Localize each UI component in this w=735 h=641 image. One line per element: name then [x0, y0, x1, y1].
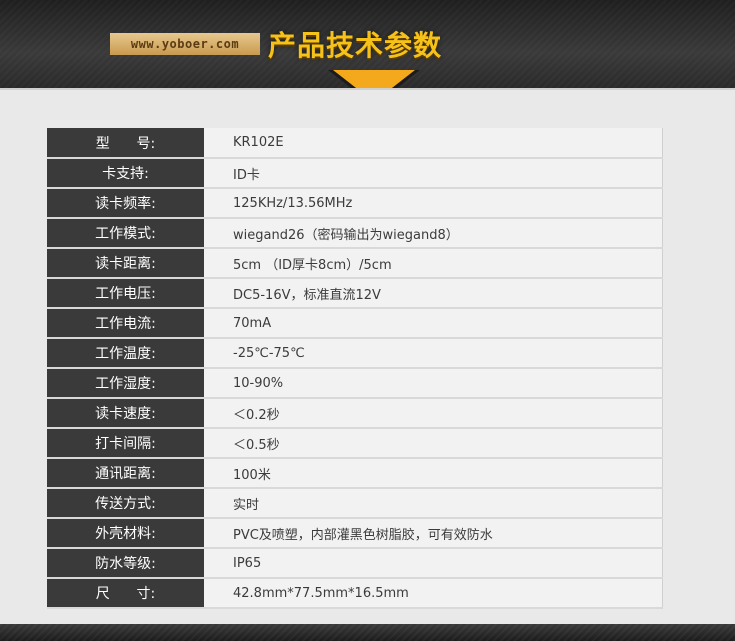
page-title: 产品技术参数: [268, 29, 443, 62]
table-row: 工作电流: 70mA: [47, 308, 663, 339]
table-row: 卡支持: ID卡: [47, 158, 663, 189]
spec-value: PVC及喷塑，内部灌黑色树脂胶，可有效防水: [204, 518, 663, 549]
spec-label: 工作电压:: [47, 278, 204, 309]
down-arrow-icon: [333, 70, 415, 88]
spec-value: ＜0.5秒: [204, 428, 663, 459]
table-row: 工作模式: wiegand26（密码输出为wiegand8）: [47, 218, 663, 249]
table-row: 打卡间隔: ＜0.5秒: [47, 428, 663, 459]
spec-value: DC5-16V，标准直流12V: [204, 278, 663, 309]
spec-label: 工作温度:: [47, 338, 204, 369]
spec-label: 工作电流:: [47, 308, 204, 339]
footer-bar: [0, 624, 735, 641]
spec-value: KR102E: [204, 128, 663, 159]
spec-label: 传送方式:: [47, 488, 204, 519]
spec-value: 10-90%: [204, 368, 663, 399]
spec-value: 100米: [204, 458, 663, 489]
spec-value: 42.8mm*77.5mm*16.5mm: [204, 578, 663, 609]
spec-label: 打卡间隔:: [47, 428, 204, 459]
table-row: 工作湿度: 10-90%: [47, 368, 663, 399]
spec-label: 工作模式:: [47, 218, 204, 249]
spec-value: ID卡: [204, 158, 663, 189]
table-row: 通讯距离: 100米: [47, 458, 663, 489]
spec-label: 读卡频率:: [47, 188, 204, 219]
spec-value: 实时: [204, 488, 663, 519]
spec-label: 型 号:: [47, 128, 204, 159]
spec-label: 外壳材料:: [47, 518, 204, 549]
spec-value: ＜0.2秒: [204, 398, 663, 429]
table-row: 外壳材料: PVC及喷塑，内部灌黑色树脂胶，可有效防水: [47, 518, 663, 549]
table-row: 读卡距离: 5cm （ID厚卡8cm）/5cm: [47, 248, 663, 279]
spec-value: 70mA: [204, 308, 663, 339]
spec-label: 卡支持:: [47, 158, 204, 189]
spec-label: 工作湿度:: [47, 368, 204, 399]
spec-value: IP65: [204, 548, 663, 579]
footer-texture: [0, 624, 735, 641]
header-divider: [0, 88, 735, 90]
spec-table-body: 型 号: KR102E 卡支持: ID卡 读卡频率: 125KHz/13.56MHz 工作模…: [47, 128, 663, 609]
spec-table: 型 号: KR102E 卡支持: ID卡 读卡频率: 125KHz/13.56MHz 工作模…: [47, 128, 663, 609]
table-row: 读卡速度: ＜0.2秒: [47, 398, 663, 429]
header-banner: www.yoboer.com 产品技术参数: [0, 0, 735, 88]
spec-value: wiegand26（密码输出为wiegand8）: [204, 218, 663, 249]
spec-value: 125KHz/13.56MHz: [204, 188, 663, 219]
spec-value: 5cm （ID厚卡8cm）/5cm: [204, 248, 663, 279]
table-row: 传送方式: 实时: [47, 488, 663, 519]
spec-label: 尺 寸:: [47, 578, 204, 609]
spec-label: 防水等级:: [47, 548, 204, 579]
table-row: 工作温度: -25℃-75℃: [47, 338, 663, 369]
spec-label: 读卡速度:: [47, 398, 204, 429]
table-row: 读卡频率: 125KHz/13.56MHz: [47, 188, 663, 219]
website-url-badge[interactable]: www.yoboer.com: [110, 33, 260, 55]
table-row: 尺 寸: 42.8mm*77.5mm*16.5mm: [47, 578, 663, 609]
spec-value: -25℃-75℃: [204, 338, 663, 369]
table-row: 型 号: KR102E: [47, 128, 663, 159]
spec-label: 通讯距离:: [47, 458, 204, 489]
table-row: 工作电压: DC5-16V，标准直流12V: [47, 278, 663, 309]
table-row: 防水等级: IP65: [47, 548, 663, 579]
spec-label: 读卡距离:: [47, 248, 204, 279]
